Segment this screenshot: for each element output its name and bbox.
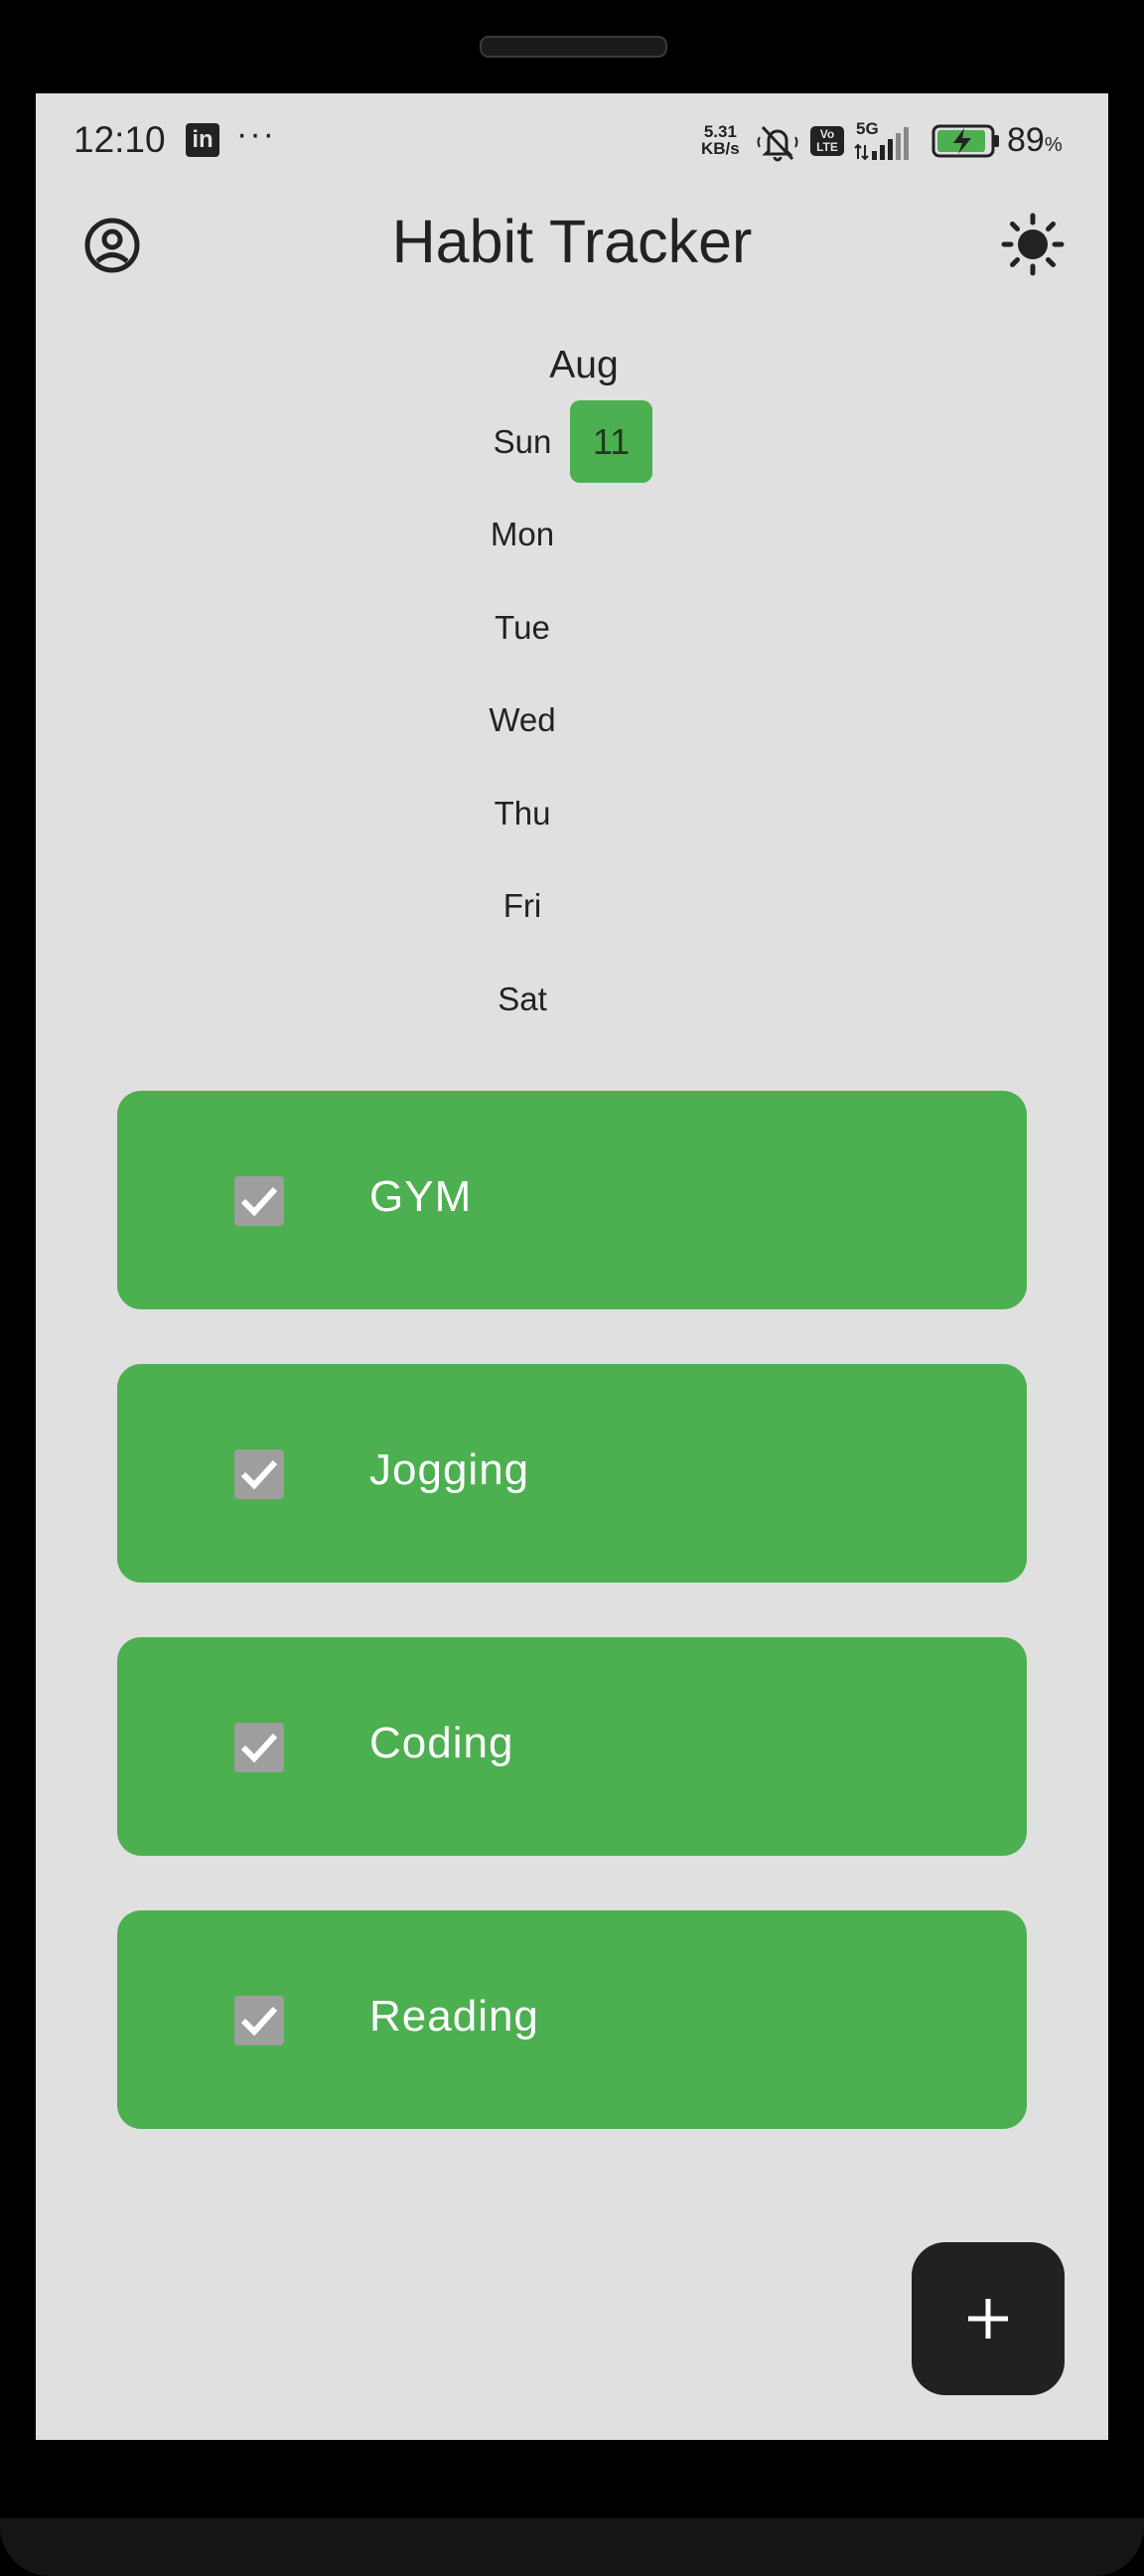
habit-name: Coding: [369, 1719, 514, 1767]
calendar-day-thu: Thu: [494, 795, 551, 832]
habit-checkbox[interactable]: [234, 1449, 284, 1499]
calendar-day-mon: Mon: [490, 516, 555, 552]
network-speed: 5.31 KB/s: [701, 123, 740, 157]
phone-frame: 12:10 in ··· 5.31 KB/s Vo LTE 5G 89% Hab…: [0, 0, 1144, 2576]
linkedin-icon: in: [186, 123, 219, 157]
habit-name: Reading: [369, 1992, 539, 2041]
bottom-bezel: [0, 2518, 1144, 2576]
light-mode-icon[interactable]: [1001, 213, 1065, 276]
status-bar: 12:10 in ··· 5.31 KB/s Vo LTE 5G 89%: [36, 93, 1108, 193]
network-speed-unit: KB/s: [701, 139, 740, 158]
battery-percent-value: 89: [1007, 121, 1045, 159]
habit-card-jogging[interactable]: Jogging: [117, 1364, 1027, 1583]
volte-icon: Vo LTE: [810, 126, 844, 156]
battery-charging-icon: [931, 124, 999, 158]
habit-checkbox[interactable]: [234, 1176, 284, 1226]
habit-name: Jogging: [369, 1445, 530, 1494]
earpiece-speaker: [480, 36, 667, 58]
calendar-day-wed: Wed: [489, 701, 556, 738]
status-time: 12:10: [73, 119, 166, 160]
calendar-day-tue: Tue: [495, 609, 550, 646]
checkmark-icon: [240, 2006, 278, 2037]
habit-checkbox[interactable]: [234, 1723, 284, 1772]
battery-percentage: 89%: [1007, 121, 1063, 160]
habit-name: GYM: [369, 1172, 473, 1221]
more-notifications-icon: ···: [236, 115, 276, 153]
signal-icon: [854, 127, 909, 161]
network-speed-value: 5.31: [703, 122, 737, 141]
add-habit-button[interactable]: [912, 2242, 1065, 2395]
calendar-date-cell[interactable]: 11: [570, 400, 652, 483]
calendar-month-label: Aug: [549, 344, 619, 386]
silent-icon: [757, 125, 798, 162]
habit-card-gym[interactable]: GYM: [117, 1091, 1027, 1309]
page-title: Habit Tracker: [391, 208, 753, 275]
habit-checkbox[interactable]: [234, 1996, 284, 2046]
calendar-day-sun: Sun: [493, 423, 552, 460]
checkmark-icon: [240, 1186, 278, 1217]
checkmark-icon: [240, 1733, 278, 1763]
habit-card-coding[interactable]: Coding: [117, 1637, 1027, 1856]
habit-card-reading[interactable]: Reading: [117, 1910, 1027, 2129]
calendar-day-sat: Sat: [498, 981, 547, 1017]
battery-percent-symbol: %: [1044, 134, 1063, 156]
calendar-day-fri: Fri: [502, 887, 542, 924]
checkmark-icon: [240, 1459, 278, 1490]
app-screen: 12:10 in ··· 5.31 KB/s Vo LTE 5G 89% Hab…: [36, 93, 1108, 2440]
add-icon: [968, 2299, 1008, 2339]
